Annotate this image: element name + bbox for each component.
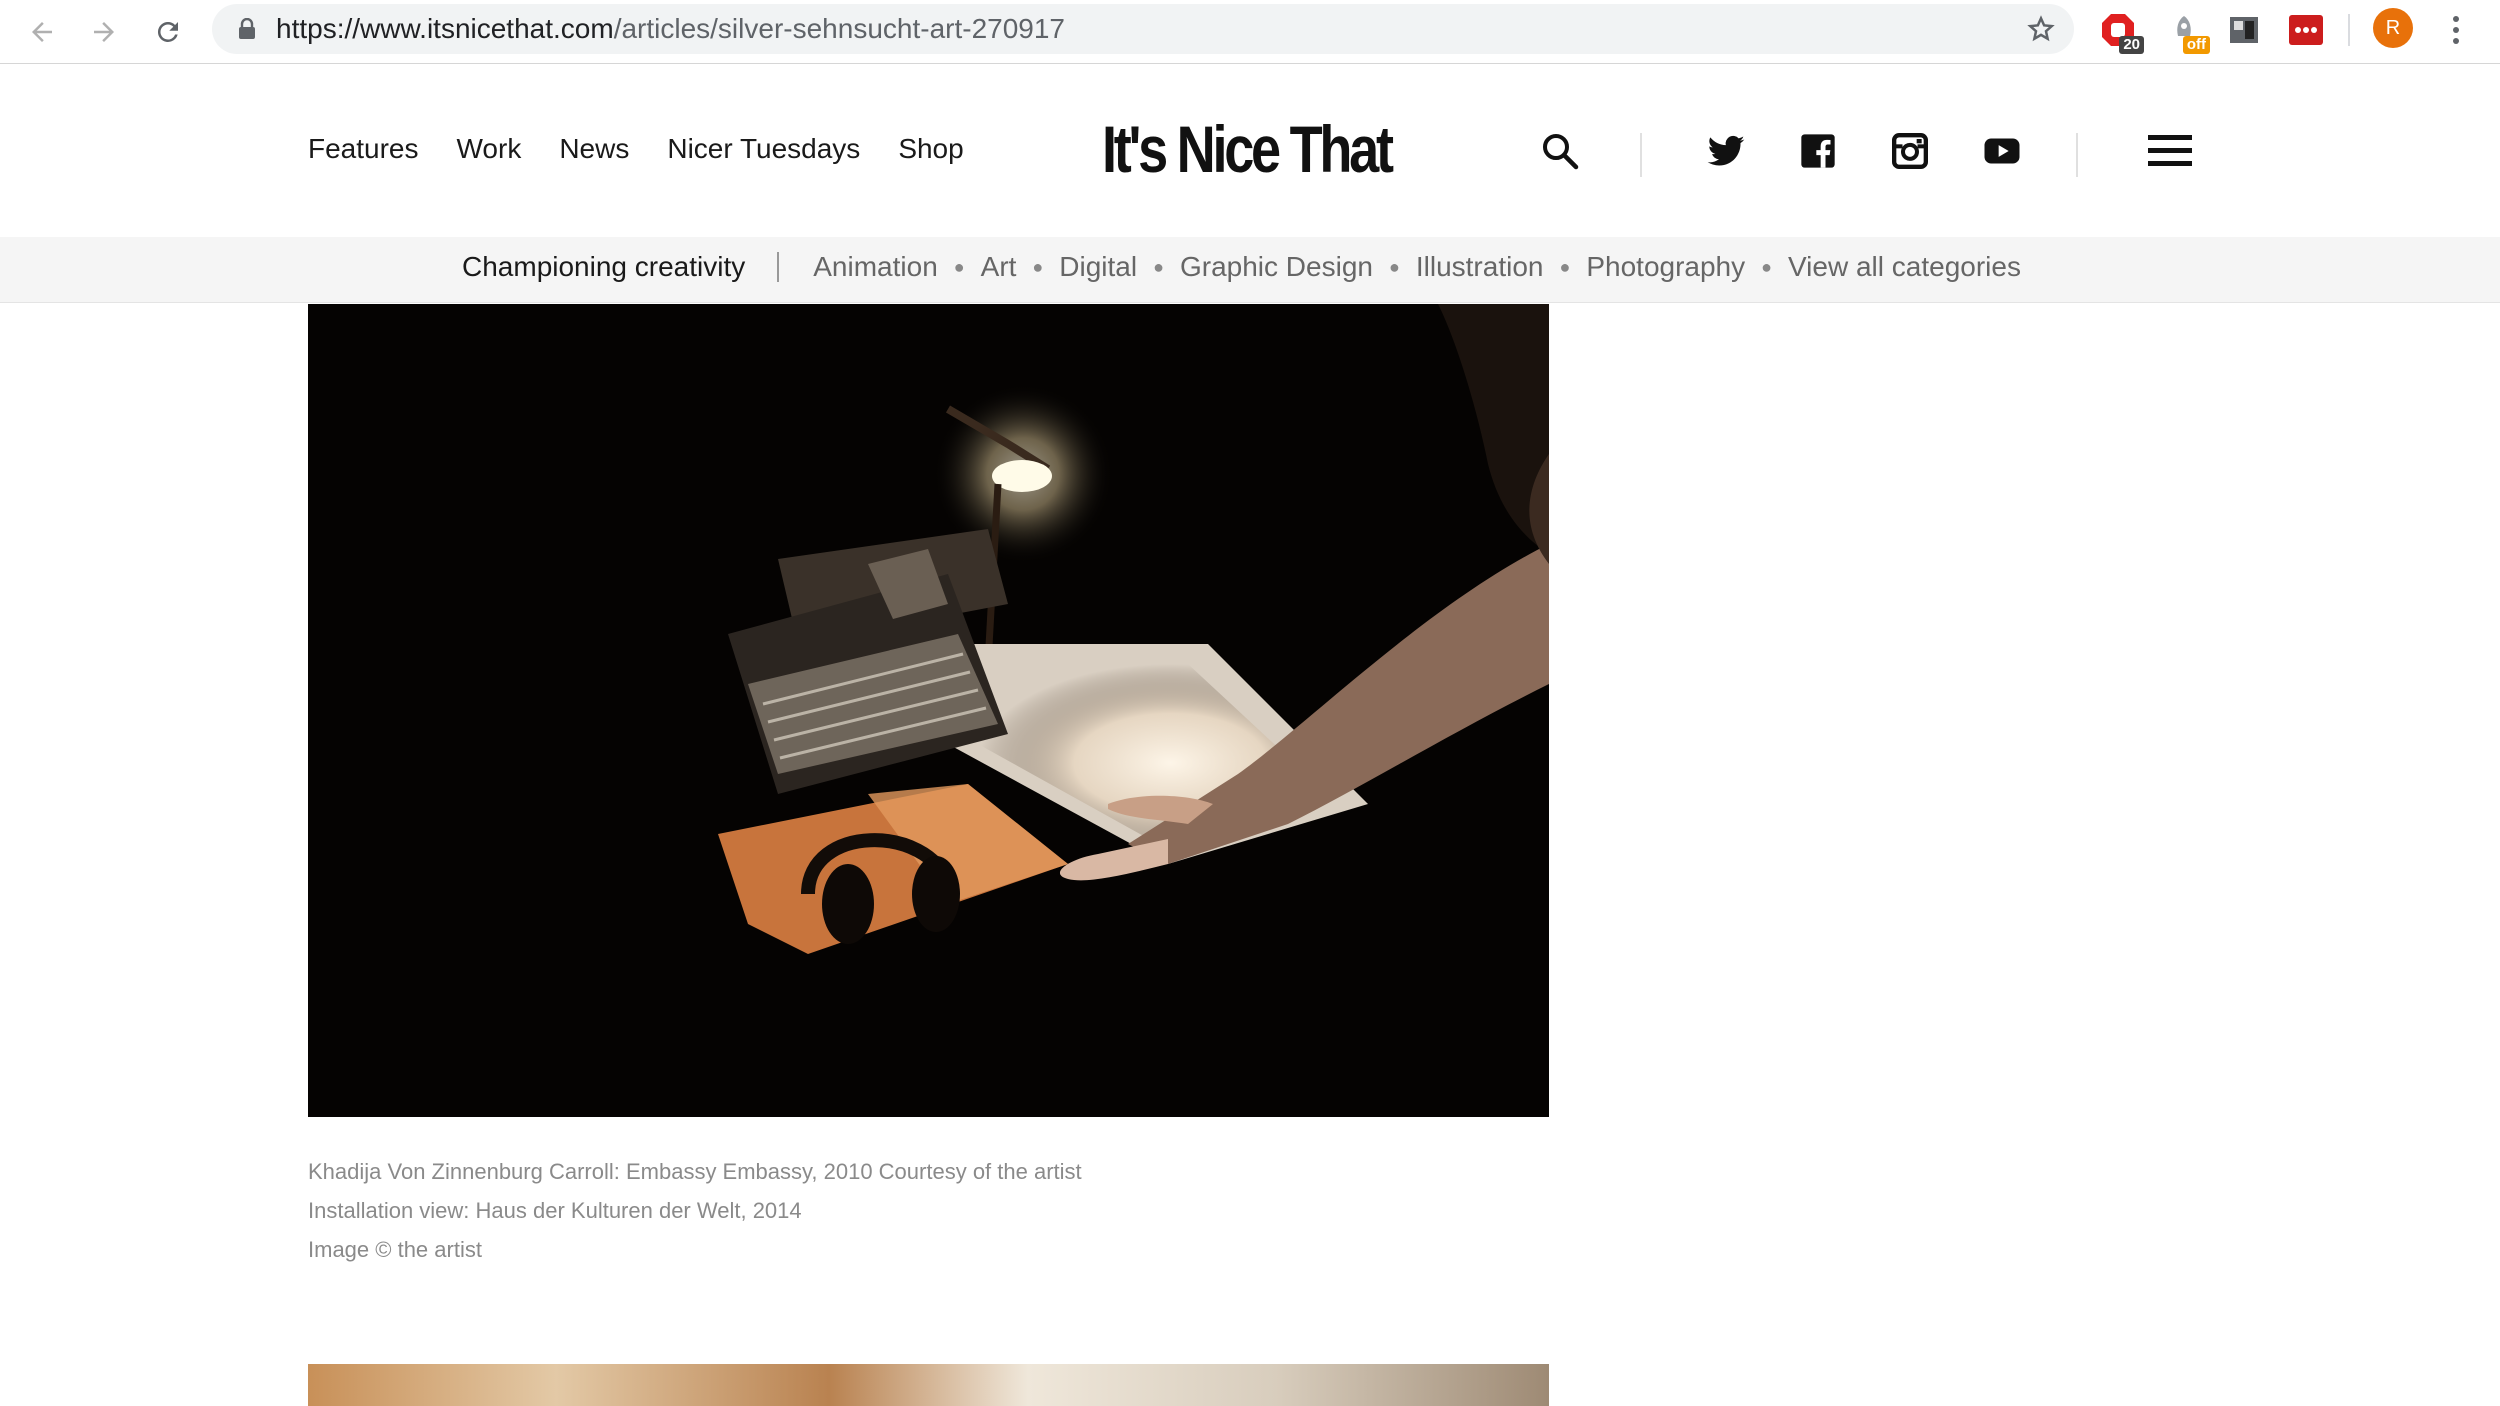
- nav-shop[interactable]: Shop: [898, 133, 963, 165]
- split-page-icon: [2230, 17, 2258, 43]
- article-photo-typewriter: [308, 304, 1549, 1117]
- bookmark-star-icon[interactable]: [2026, 14, 2056, 44]
- article-photo-next: [308, 1364, 1549, 1406]
- lastpass-icon[interactable]: [2286, 10, 2326, 50]
- nav-news[interactable]: News: [559, 133, 629, 165]
- browser-menu-icon[interactable]: [2444, 12, 2468, 48]
- reload-button[interactable]: [146, 10, 190, 54]
- tagline: Championing creativity: [462, 251, 746, 282]
- category-animation[interactable]: Animation: [813, 251, 938, 283]
- search-icon[interactable]: [1540, 131, 1580, 171]
- category-illustration[interactable]: Illustration: [1416, 251, 1544, 283]
- adblock-icon[interactable]: 20: [2098, 10, 2144, 54]
- typewriter-scene-illustration: [308, 304, 1549, 1117]
- forward-button[interactable]: [82, 10, 126, 54]
- category-digital[interactable]: Digital: [1059, 251, 1137, 283]
- photo-caption: Khadija Von Zinnenburg Carroll: Embassy …: [308, 1152, 1082, 1269]
- reload-icon: [157, 21, 178, 42]
- category-graphic-design[interactable]: Graphic Design: [1180, 251, 1373, 283]
- browser-toolbar: https://www.itsnicethat.com/articles/sil…: [0, 0, 2500, 64]
- page-split-extension-icon[interactable]: [2224, 10, 2264, 50]
- twitter-icon[interactable]: [1706, 131, 1746, 171]
- lastpass-dots-icon: [2289, 15, 2323, 45]
- bullet-dot: ●: [953, 256, 965, 277]
- header-divider-2: [2076, 133, 2078, 177]
- bullet-dot: ●: [1388, 256, 1400, 277]
- main-nav: Features Work News Nicer Tuesdays Shop: [308, 133, 964, 165]
- category-bar: Championing creativity Animation ● Art ●…: [0, 237, 2500, 303]
- bullet-dot: ●: [1559, 256, 1571, 277]
- site-header: Features Work News Nicer Tuesdays Shop I…: [0, 65, 2500, 237]
- bullet-dot: ●: [1761, 256, 1773, 277]
- bullet-dot: ●: [1032, 256, 1044, 277]
- header-divider: [1640, 133, 1642, 177]
- adblock-badge: 20: [2119, 36, 2144, 54]
- rocket-extension-icon[interactable]: off: [2164, 10, 2210, 54]
- url-domain: https://www.itsnicethat.com: [276, 13, 614, 44]
- view-all-categories-link[interactable]: View all categories: [1788, 251, 2021, 283]
- nav-work[interactable]: Work: [457, 133, 522, 165]
- profile-avatar[interactable]: R: [2373, 8, 2413, 48]
- category-photography[interactable]: Photography: [1586, 251, 1745, 283]
- url-path: /articles/silver-sehnsucht-art-270917: [613, 13, 1065, 44]
- bullet-dot: ●: [1153, 256, 1164, 277]
- nav-nicer-tuesdays[interactable]: Nicer Tuesdays: [667, 133, 860, 165]
- toolbar-separator: [2348, 14, 2350, 46]
- youtube-icon[interactable]: [1982, 131, 2022, 171]
- forward-arrow-icon: [94, 22, 114, 42]
- facebook-icon[interactable]: [1798, 131, 1838, 171]
- nav-features[interactable]: Features: [308, 133, 419, 165]
- url-text[interactable]: https://www.itsnicethat.com/articles/sil…: [276, 14, 1065, 44]
- instagram-icon[interactable]: [1890, 131, 1930, 171]
- address-bar[interactable]: https://www.itsnicethat.com/articles/sil…: [212, 4, 2074, 54]
- back-button[interactable]: [20, 10, 64, 54]
- site-logo[interactable]: It's Nice That: [1102, 111, 1394, 187]
- lock-icon: [239, 18, 255, 39]
- category-separator: [777, 252, 780, 282]
- category-art[interactable]: Art: [981, 251, 1017, 283]
- caption-line-title: Khadija Von Zinnenburg Carroll: Embassy …: [308, 1159, 1082, 1184]
- caption-line-credit: Image © the artist: [308, 1237, 482, 1262]
- hamburger-menu-icon[interactable]: [2148, 131, 2192, 171]
- rocket-badge: off: [2182, 36, 2210, 54]
- back-arrow-icon: [32, 22, 52, 42]
- caption-line-installation: Installation view: Haus der Kulturen der…: [308, 1198, 802, 1223]
